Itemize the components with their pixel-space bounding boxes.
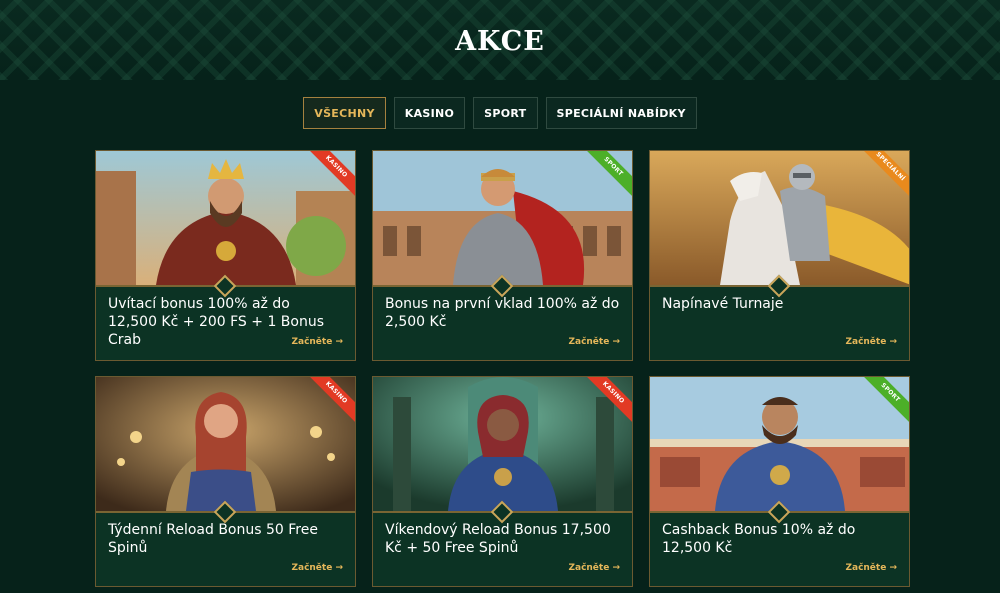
tab-all[interactable]: VŠECHNY	[303, 97, 386, 129]
start-link[interactable]: Začněte →	[845, 563, 897, 573]
promo-card[interactable]: KASINO Týdenní Reload Bonus 50 Free Spin…	[95, 376, 356, 587]
knight-arena-icon	[650, 377, 909, 511]
promo-card[interactable]: KASINO Víkendový Reload Bonus 17,500 Kč …	[372, 376, 633, 587]
armored-lady-icon	[373, 377, 632, 511]
start-link[interactable]: Začněte →	[568, 563, 620, 573]
start-link[interactable]: Začněte →	[291, 337, 343, 347]
filter-tabs: VŠECHNY KASINO SPORT SPECIÁLNÍ NABÍDKY	[0, 97, 1000, 129]
tab-sport[interactable]: SPORT	[473, 97, 538, 129]
card-title: Cashback Bonus 10% až do 12,500 Kč	[662, 522, 856, 556]
start-link[interactable]: Začněte →	[845, 337, 897, 347]
card-title: Bonus na první vklad 100% až do 2,500 Kč	[385, 296, 620, 330]
card-title: Týdenní Reload Bonus 50 Free Spinů	[108, 522, 318, 556]
start-link[interactable]: Začněte →	[568, 337, 620, 347]
promotions-grid: KASINO Uvítací bonus 100% až do 12,500 K…	[95, 150, 910, 587]
promo-card[interactable]: SPECIÁLNÍ Napínavé Turnaje Začněte →	[649, 150, 910, 361]
king-icon	[96, 151, 355, 285]
page-title: AKCE	[455, 26, 545, 57]
card-title: Víkendový Reload Bonus 17,500 Kč + 50 Fr…	[385, 522, 611, 556]
tab-casino[interactable]: KASINO	[393, 97, 466, 129]
gladiator-icon	[373, 151, 632, 285]
start-link[interactable]: Začněte →	[291, 563, 343, 573]
card-title: Napínavé Turnaje	[662, 296, 784, 312]
promo-card[interactable]: SPORT Bonus na první vklad 100% až do 2,…	[372, 150, 633, 361]
promo-card[interactable]: SPORT Cashback Bonus 10% až do 12,500 Kč…	[649, 376, 910, 587]
promo-card[interactable]: KASINO Uvítací bonus 100% až do 12,500 K…	[95, 150, 356, 361]
female-warrior-icon	[96, 377, 355, 511]
tab-special-offers[interactable]: SPECIÁLNÍ NABÍDKY	[545, 97, 697, 129]
knight-horse-icon	[650, 151, 909, 285]
